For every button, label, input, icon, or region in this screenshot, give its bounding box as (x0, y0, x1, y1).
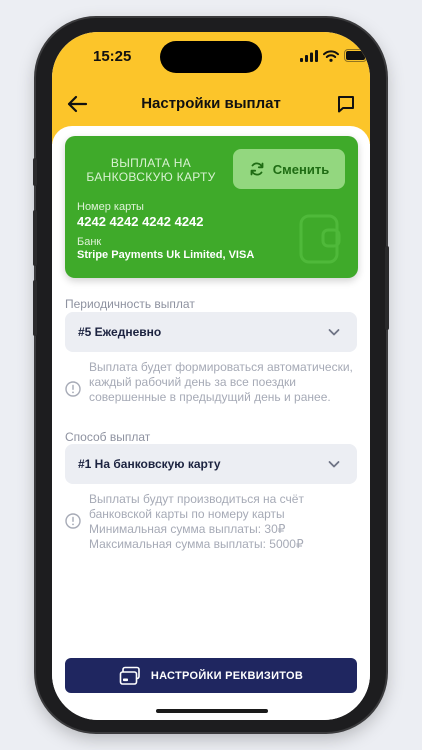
phone-volume-up (33, 210, 37, 266)
method-info: Выплаты будут производиться на счёт банк… (65, 492, 357, 554)
wallet-watermark-icon (297, 210, 347, 266)
method-selected-value: #1 На банковскую карту (78, 457, 221, 471)
method-info-line: Выплаты будут производиться на счёт банк… (89, 492, 304, 521)
method-info-text: Выплаты будут производиться на счёт банк… (89, 492, 357, 552)
chevron-down-icon (328, 329, 340, 336)
credit-card-icon (119, 666, 140, 685)
chat-button[interactable] (336, 94, 356, 114)
change-button-label: Сменить (272, 161, 330, 177)
frequency-label: Периодичность выплат (65, 297, 195, 311)
wifi-icon (323, 49, 339, 67)
bank-label: Банк (77, 236, 102, 248)
requisites-settings-label: НАСТРОЙКИ РЕКВИЗИТОВ (150, 669, 304, 682)
phone-power-button (385, 246, 389, 330)
frequency-selected-value: #5 Ежедневно (78, 325, 162, 339)
phone-silent-switch (33, 158, 37, 186)
dynamic-island (160, 41, 262, 73)
status-time: 15:25 (93, 48, 132, 65)
refresh-icon (250, 162, 264, 176)
screen: 15:25 Настройки выплат ВЫПЛАТА НА БАНКОВ… (52, 32, 370, 720)
home-indicator (156, 709, 268, 713)
phone-volume-down (33, 280, 37, 336)
card-number-value: 4242 4242 4242 4242 (77, 214, 204, 229)
change-button[interactable]: Сменить (233, 149, 345, 189)
frequency-select[interactable]: #5 Ежедневно (65, 312, 357, 352)
card-title: ВЫПЛАТА НА БАНКОВСКУЮ КАРТУ (86, 156, 216, 184)
bank-value: Stripe Payments Uk Limited, VISA (77, 249, 255, 261)
frequency-info: Выплата будет формироваться автоматическ… (65, 360, 357, 422)
battery-icon (344, 49, 370, 67)
chat-bubble-icon (338, 96, 354, 113)
method-label: Способ выплат (65, 430, 151, 444)
info-icon (65, 513, 81, 529)
requisites-settings-button[interactable]: НАСТРОЙКИ РЕКВИЗИТОВ (65, 658, 357, 693)
card-number-label: Номер карты (77, 201, 144, 213)
method-info-line: Минимальная сумма выплаты: 30₽ (89, 522, 286, 536)
info-icon (65, 381, 81, 397)
method-select[interactable]: #1 На банковскую карту (65, 444, 357, 484)
signal-icon (300, 49, 318, 67)
method-info-line: Максимальная сумма выплаты: 5000₽ (89, 537, 304, 551)
frequency-info-text: Выплата будет формироваться автоматическ… (89, 360, 353, 404)
payout-card: ВЫПЛАТА НА БАНКОВСКУЮ КАРТУ Сменить Номе… (65, 136, 358, 278)
chevron-down-icon (328, 461, 340, 468)
page-title: Настройки выплат (141, 95, 281, 112)
status-icons (300, 49, 370, 67)
